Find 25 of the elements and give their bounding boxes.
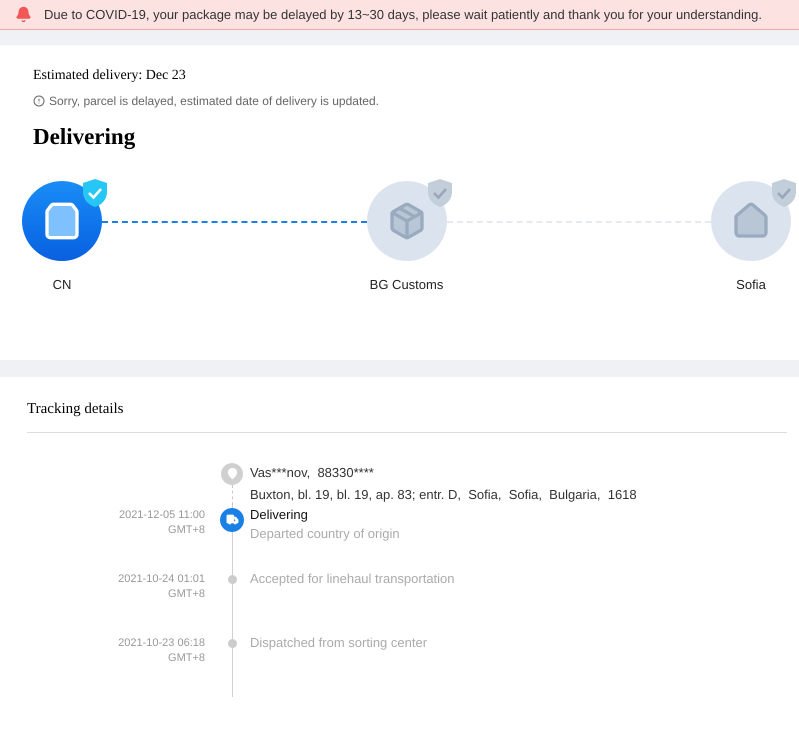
event-date: 2021-10-24 01:01 — [118, 572, 205, 586]
shield-check-icon — [82, 178, 108, 208]
event-description: Accepted for linehaul transportation — [250, 570, 455, 588]
event-description: Dispatched from sorting center — [250, 634, 428, 652]
step-label: CN — [52, 276, 72, 294]
delay-notice: Sorry, parcel is delayed, estimated date of delivery is updated. — [49, 93, 379, 110]
shield-check-icon — [771, 178, 797, 208]
recipient-name: Vas***nov, 88330**** — [250, 464, 375, 482]
event-status: Delivering — [250, 506, 309, 524]
event-timezone: GMT+8 — [168, 522, 205, 538]
banner-text: Due to COVID-19, your package may be delayed by 13~30 days, please wait patiently and thank you for your understanding. — [44, 6, 762, 24]
step-label: BG Customs — [370, 276, 444, 294]
event-date: 2021-12-05 11:00 — [118, 508, 205, 522]
event-timezone: GMT+8 — [168, 650, 205, 666]
tracking-title: Tracking details — [27, 400, 125, 419]
delivery-status: Delivering — [33, 123, 136, 152]
event-timezone: GMT+8 — [168, 586, 205, 602]
recipient-address: Buxton, bl. 19, bl. 19, ap. 83; entr. D, Sofia, Sofia, Bulgaria, 1618 — [250, 486, 637, 504]
bell-icon — [15, 6, 32, 23]
estimated-delivery: Estimated delivery: Dec 23 — [33, 67, 187, 85]
shield-check-icon — [426, 178, 452, 208]
alert-icon — [33, 95, 45, 107]
event-description: Departed country of origin — [250, 524, 400, 542]
event-date: 2021-10-23 06:18 — [118, 636, 205, 650]
step-label: Sofia — [736, 276, 766, 294]
